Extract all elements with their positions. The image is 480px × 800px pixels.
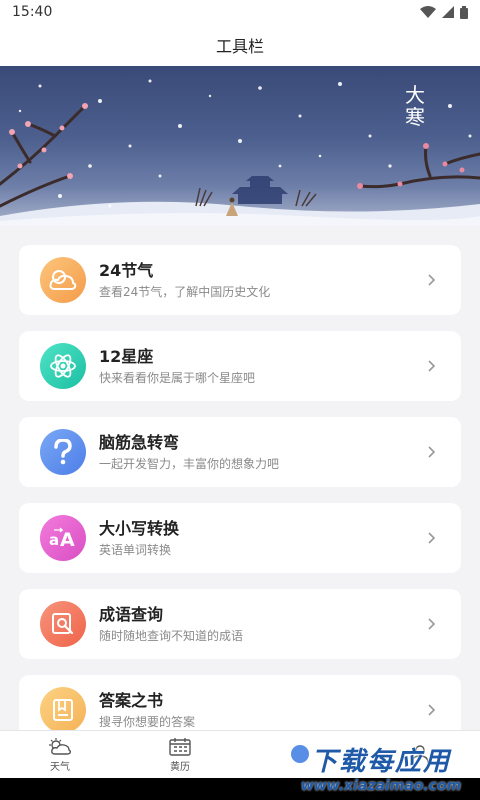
watermark-url: www.xiazaimao.com bbox=[300, 777, 462, 794]
card-title: 答案之书 bbox=[99, 690, 164, 710]
card-title: 大小写转换 bbox=[99, 518, 180, 538]
tool-card-brain-teaser[interactable]: 脑筋急转弯 一起开发智力，丰富你的想象力吧 bbox=[19, 417, 461, 487]
book-icon bbox=[40, 687, 86, 730]
card-subtitle: 一起开发智力，丰富你的想象力吧 bbox=[99, 456, 280, 471]
chevron-right-icon bbox=[417, 695, 447, 725]
chevron-right-icon bbox=[417, 609, 447, 639]
case-convert-icon: aA bbox=[40, 515, 86, 561]
tool-card-case-convert[interactable]: aA 大小写转换 英语单词转换 bbox=[19, 503, 461, 573]
nav-label: 天气 bbox=[50, 761, 70, 773]
watermark-logo: 下载每应用 www.xiazaimao.com bbox=[286, 738, 476, 796]
card-subtitle: 随时随地查询不知道的成语 bbox=[99, 628, 244, 643]
chevron-right-icon bbox=[417, 351, 447, 381]
chevron-right-icon bbox=[417, 265, 447, 295]
nav-item-almanac[interactable]: 黄历 bbox=[120, 731, 240, 779]
signal-icon bbox=[442, 6, 454, 18]
nav-item-weather[interactable]: 天气 bbox=[0, 731, 120, 779]
status-bar: 15:40 bbox=[0, 0, 480, 24]
banner-title: 大寒 bbox=[405, 83, 425, 129]
status-icons bbox=[420, 5, 468, 19]
tool-card-idiom[interactable]: 成语查询 随时随地查询不知道的成语 bbox=[19, 589, 461, 659]
svg-text:a: a bbox=[49, 531, 59, 549]
card-subtitle: 查看24节气，了解中国历史文化 bbox=[99, 284, 271, 299]
atom-icon bbox=[40, 343, 86, 389]
watermark-text: 下载每应用 bbox=[310, 746, 451, 777]
battery-icon bbox=[460, 5, 468, 19]
card-title: 成语查询 bbox=[99, 604, 164, 624]
card-title: 24节气 bbox=[99, 260, 154, 280]
title-bar: 工具栏 bbox=[0, 24, 480, 66]
card-title: 脑筋急转弯 bbox=[99, 432, 180, 452]
calendar-icon bbox=[169, 738, 191, 756]
tool-card-zodiac[interactable]: 12星座 快来看看你是属于哪个星座吧 bbox=[19, 331, 461, 401]
chevron-right-icon bbox=[417, 437, 447, 467]
question-icon bbox=[40, 429, 86, 475]
idiom-search-icon bbox=[40, 601, 86, 647]
card-subtitle: 快来看看你是属于哪个星座吧 bbox=[99, 370, 256, 385]
banner-image[interactable]: 大寒 bbox=[0, 66, 480, 226]
wifi-icon bbox=[420, 6, 436, 18]
card-title: 12星座 bbox=[99, 346, 154, 366]
svg-text:A: A bbox=[60, 529, 75, 549]
tool-card-answer-book[interactable]: 答案之书 搜寻你想要的答案 bbox=[19, 675, 461, 730]
tool-card-solar-terms[interactable]: 24节气 查看24节气，了解中国历史文化 bbox=[19, 245, 461, 315]
tool-list: 24节气 查看24节气，了解中国历史文化 12星座 快来看看你是属于哪个星座吧 … bbox=[0, 226, 480, 730]
cloud-sun-icon bbox=[40, 257, 86, 303]
nav-label: 黄历 bbox=[170, 762, 190, 773]
page-title: 工具栏 bbox=[215, 37, 264, 56]
status-time: 15:40 bbox=[12, 4, 53, 20]
card-subtitle: 英语单词转换 bbox=[99, 542, 172, 557]
card-subtitle: 搜寻你想要的答案 bbox=[99, 714, 196, 729]
chevron-right-icon bbox=[417, 523, 447, 553]
weather-icon bbox=[49, 737, 72, 755]
